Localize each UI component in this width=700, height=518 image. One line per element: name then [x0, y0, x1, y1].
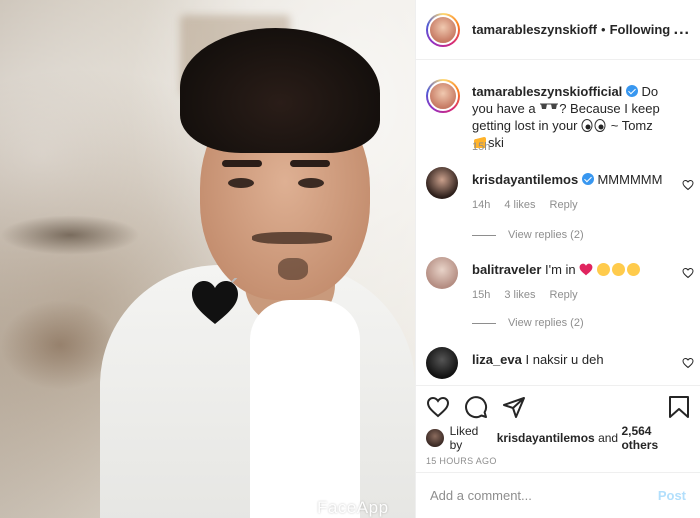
caption-time: 15h — [472, 141, 491, 153]
photo-undershirt — [250, 300, 360, 518]
black-heart-sticker-icon — [192, 278, 238, 324]
add-comment-box: Post — [416, 472, 700, 518]
more-options-icon[interactable]: ... — [674, 21, 690, 39]
glasses-emoji-icon — [540, 103, 559, 109]
liked-by-username[interactable]: krisdayantilemos — [497, 431, 595, 445]
comments-list[interactable]: tamarableszynskiofficial Do you have a ?… — [416, 61, 700, 385]
liked-by-avatar[interactable] — [426, 429, 444, 447]
following-button[interactable]: Following — [610, 22, 671, 37]
commenter-avatar[interactable] — [426, 347, 458, 379]
comment-body: I'm in — [545, 262, 580, 277]
commenter-avatar[interactable] — [426, 167, 458, 199]
like-comment-heart-icon[interactable] — [682, 179, 694, 191]
replies-line — [472, 234, 496, 236]
reply-button[interactable]: Reply — [550, 199, 578, 211]
verified-badge-icon — [625, 85, 638, 97]
commenter-username[interactable]: balitraveler — [472, 262, 541, 277]
liked-by-middle: and — [598, 431, 619, 445]
save-bookmark-icon[interactable] — [668, 395, 690, 419]
view-replies-label: View replies (2) — [508, 229, 584, 241]
photo-brow-right — [290, 160, 330, 167]
laughing-emoji-icon — [596, 263, 610, 276]
commenter-username[interactable]: krisdayantilemos — [472, 172, 578, 187]
photo-eye-left — [228, 178, 254, 188]
photo-eye-right — [298, 178, 324, 188]
view-replies-label: View replies (2) — [508, 317, 584, 329]
author-avatar[interactable] — [426, 12, 460, 47]
caption-avatar[interactable] — [426, 79, 460, 113]
eyes-emoji-icon — [581, 119, 606, 132]
likes-count[interactable]: 2,564 others — [621, 424, 690, 452]
post-timestamp[interactable]: 15 HOURS AGO — [426, 456, 690, 470]
like-comment-heart-icon[interactable] — [682, 357, 694, 369]
reply-button[interactable]: Reply — [550, 289, 578, 301]
faceapp-watermark: FaceApp — [317, 498, 389, 517]
comment-body: I naksir u deh — [525, 352, 604, 367]
photo-goatee — [278, 258, 308, 280]
like-comment-heart-icon[interactable] — [682, 267, 694, 279]
post-header: tamarableszynskiofficial • Following ... — [416, 0, 700, 60]
post-actions: Liked by krisdayantilemos and 2,564 othe… — [416, 385, 700, 470]
comment-body: MMMMMM — [597, 172, 663, 187]
comment-item: krisdayantilemos MMMMMM 14h 4 likes Reply … — [426, 167, 696, 247]
comment-item: balitraveler I'm in 15h 3 likes Reply View… — [426, 257, 696, 337]
action-icons — [426, 386, 690, 428]
laughing-emoji-icon — [611, 263, 625, 276]
caption-text-part: ~ Tomz — [607, 118, 653, 133]
view-replies-button[interactable]: View replies (2) — [472, 229, 584, 241]
photo-brow-left — [222, 160, 262, 167]
comment-text: balitraveler I'm in — [472, 261, 667, 278]
comment-likes[interactable]: 3 likes — [504, 289, 535, 301]
comment-time: 14h — [472, 199, 491, 211]
comment-bubble-icon[interactable] — [464, 395, 488, 419]
caption-meta: 15h — [472, 141, 504, 153]
liked-by: Liked by krisdayantilemos and 2,564 othe… — [426, 424, 690, 452]
photo-mustache — [252, 232, 332, 244]
caption: tamarableszynskiofficial Do you have a ?… — [426, 79, 696, 159]
header-dot: • — [601, 22, 606, 37]
post-comment-button[interactable]: Post — [658, 488, 686, 503]
post-sidebar: tamarableszynskiofficial • Following ...… — [415, 0, 700, 518]
commenter-avatar[interactable] — [426, 257, 458, 289]
comment-meta: 15h 3 likes Reply — [472, 289, 592, 301]
red-heart-emoji-icon — [579, 263, 593, 276]
commenter-username[interactable]: liza_eva — [472, 352, 522, 367]
comment-meta: 14h 4 likes Reply — [472, 199, 592, 211]
author-username[interactable]: tamarableszynskiofficial — [472, 22, 597, 37]
comment-text: krisdayantilemos MMMMMM — [472, 171, 667, 188]
view-replies-button[interactable]: View replies (2) — [472, 317, 584, 329]
share-paper-plane-icon[interactable] — [502, 395, 526, 419]
like-heart-icon[interactable] — [426, 395, 450, 419]
comment-time: 15h — [472, 289, 491, 301]
comment-text: liza_eva I naksir u deh — [472, 351, 667, 368]
add-comment-input[interactable] — [430, 488, 658, 503]
comment-item: liza_eva I naksir u deh — [426, 347, 696, 385]
replies-line — [472, 322, 496, 324]
verified-badge-icon — [581, 173, 594, 185]
laughing-emoji-icon — [626, 263, 640, 276]
comment-likes[interactable]: 4 likes — [504, 199, 535, 211]
photo-hair — [180, 28, 380, 153]
post-photo[interactable]: FaceApp — [0, 0, 415, 518]
liked-by-prefix: Liked by — [449, 424, 479, 452]
photo-background-shelf — [0, 215, 140, 255]
caption-username[interactable]: tamarableszynskiofficial — [472, 84, 622, 99]
